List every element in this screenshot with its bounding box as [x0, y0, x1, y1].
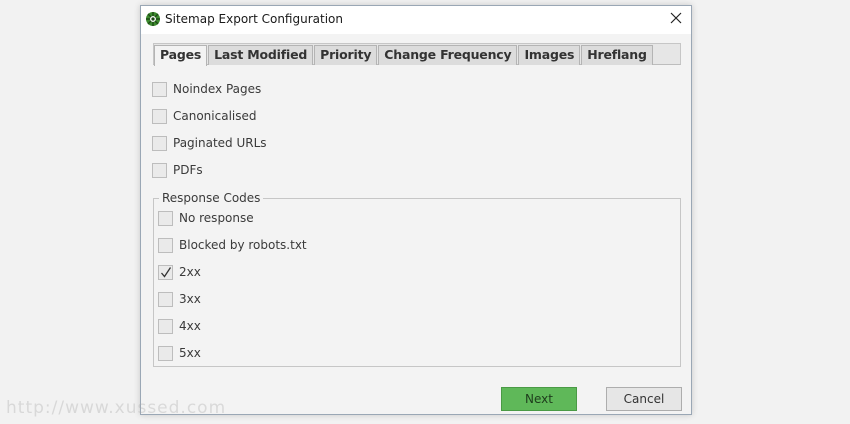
2xx-checkbox[interactable]: [158, 264, 173, 280]
2xx-label: 2xx: [179, 265, 201, 279]
canonicalised-option[interactable]: Canonicalised: [152, 107, 257, 125]
no-response-option[interactable]: No response: [158, 209, 254, 227]
blocked-by-robots-option[interactable]: Blocked by robots.txt: [158, 236, 307, 254]
paginated-urls-checkbox[interactable]: [152, 135, 167, 151]
3xx-checkbox[interactable]: [158, 291, 173, 307]
pdfs-checkbox[interactable]: [152, 162, 167, 178]
4xx-option[interactable]: 4xx: [158, 317, 201, 335]
cancel-button[interactable]: Cancel: [606, 387, 682, 411]
5xx-checkbox[interactable]: [158, 345, 173, 361]
tab-images[interactable]: Images: [518, 45, 581, 65]
no-response-checkbox[interactable]: [158, 210, 173, 226]
canonicalised-label: Canonicalised: [173, 109, 257, 123]
3xx-option[interactable]: 3xx: [158, 290, 201, 308]
2xx-option[interactable]: 2xx: [158, 263, 201, 281]
pdfs-label: PDFs: [173, 163, 203, 177]
title-bar[interactable]: Sitemap Export Configuration: [141, 6, 691, 34]
paginated-urls-option[interactable]: Paginated URLs: [152, 134, 267, 152]
5xx-label: 5xx: [179, 346, 201, 360]
response-codes-group: Response Codes No response Blocked by ro…: [153, 191, 681, 367]
tab-last-modified[interactable]: Last Modified: [208, 45, 314, 65]
blocked-by-robots-label: Blocked by robots.txt: [179, 238, 307, 252]
dialog-title: Sitemap Export Configuration: [165, 12, 343, 26]
dialog-body: Pages Last Modified Priority Change Freq…: [141, 34, 691, 414]
canonicalised-checkbox[interactable]: [152, 108, 167, 124]
sitemap-export-dialog: Sitemap Export Configuration Pages Last …: [140, 5, 692, 415]
tab-pages[interactable]: Pages: [154, 45, 208, 66]
blocked-by-robots-checkbox[interactable]: [158, 237, 173, 253]
checkmark-icon: [161, 266, 172, 278]
close-icon: [670, 11, 682, 29]
4xx-checkbox[interactable]: [158, 318, 173, 334]
pdfs-option[interactable]: PDFs: [152, 161, 203, 179]
app-spider-icon: [145, 11, 161, 27]
response-codes-group-label: Response Codes: [159, 191, 264, 205]
noindex-pages-checkbox[interactable]: [152, 81, 167, 97]
tab-priority[interactable]: Priority: [314, 45, 378, 65]
noindex-pages-option[interactable]: Noindex Pages: [152, 80, 261, 98]
watermark-text: http://www.xussed.com: [6, 398, 227, 418]
tab-strip: Pages Last Modified Priority Change Freq…: [153, 43, 681, 66]
close-button[interactable]: [661, 6, 691, 34]
3xx-label: 3xx: [179, 292, 201, 306]
5xx-option[interactable]: 5xx: [158, 344, 201, 362]
tab-change-frequency[interactable]: Change Frequency: [378, 45, 518, 65]
next-button[interactable]: Next: [501, 387, 577, 411]
paginated-urls-label: Paginated URLs: [173, 136, 267, 150]
noindex-pages-label: Noindex Pages: [173, 82, 262, 96]
tab-hreflang[interactable]: Hreflang: [581, 45, 653, 65]
no-response-label: No response: [179, 211, 254, 225]
4xx-label: 4xx: [179, 319, 201, 333]
